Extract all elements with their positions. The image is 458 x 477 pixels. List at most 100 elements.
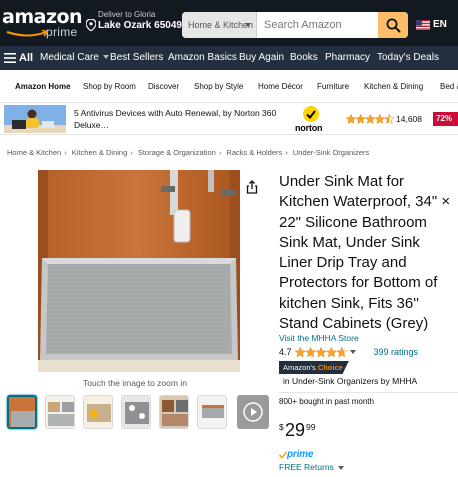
breadcrumb-separator: › [64, 148, 67, 157]
category-subnav: Amazon Home Shop by Room Discover Shop b… [0, 70, 458, 103]
zoom-hint: Touch the image to zoom in [83, 378, 187, 388]
nav-item-label: Pharmacy [325, 52, 371, 63]
rating-row: 4.7 399 ratings [279, 346, 418, 358]
thumbnail-1[interactable] [7, 395, 37, 429]
star-rating[interactable] [294, 346, 347, 358]
nav-item-todays-deals[interactable]: Today's Deals [377, 46, 439, 70]
ad-review-count: 14,608 [396, 114, 422, 124]
choice-word: Choice [317, 363, 343, 372]
thumbnail-3[interactable] [83, 395, 113, 429]
nav-item-label: Best Sellers [110, 52, 164, 63]
breadcrumb-link[interactable]: Racks & Holders [226, 148, 282, 157]
breadcrumb-separator: › [218, 148, 222, 157]
thumbnail-image [46, 396, 74, 428]
ad-description: 5 Antivirus Devices with Auto Renewal, b… [74, 108, 277, 130]
subnav-item-discover[interactable]: Discover [148, 70, 179, 102]
subnav-item-bed-bath[interactable]: Bed & Bath [440, 70, 458, 102]
chevron-down-icon [337, 465, 344, 470]
thumbnail-image [9, 397, 35, 427]
breadcrumb-link[interactable]: Kitchen & Dining [72, 148, 127, 157]
search-input[interactable] [258, 12, 374, 38]
search-icon [386, 18, 400, 32]
deliver-to-location[interactable]: Deliver to Gloria Lake Ozark 65049 [86, 10, 182, 38]
breadcrumb-link[interactable]: Storage & Organization [138, 148, 216, 157]
location-pin-icon [86, 19, 96, 31]
chevron-down-icon [102, 55, 109, 60]
ad-star-rating [346, 114, 394, 124]
breadcrumb-separator: › [130, 148, 133, 157]
subnav-item-shop-by-style[interactable]: Shop by Style [194, 70, 243, 102]
prime-label: prime [287, 449, 314, 460]
norton-logo: norton [295, 106, 329, 134]
free-returns-link[interactable]: FREE Returns [279, 462, 344, 472]
search-button[interactable] [378, 12, 408, 38]
hamburger-icon [4, 53, 16, 63]
breadcrumb-link[interactable]: Under-Sink Organizers [293, 148, 369, 157]
choice-prefix: Amazon's [283, 363, 316, 372]
thumbnail-image [198, 396, 226, 428]
nav-item-buy-again[interactable]: Buy Again [239, 46, 284, 70]
product-title: Under Sink Mat for Kitchen Waterproof, 3… [279, 173, 451, 333]
nav-item-label: Buy Again [239, 52, 285, 63]
amazon-logo[interactable]: amazon prime [2, 6, 83, 42]
nav-item-amazon-basics[interactable]: Amazon Basics [168, 46, 237, 70]
nav-item-medical-care[interactable]: Medical Care [40, 46, 109, 70]
main-menu-bar: All Medical Care Best Sellers Amazon Bas… [0, 46, 458, 70]
us-flag-icon [416, 20, 430, 30]
price-symbol: $ [279, 422, 284, 432]
nav-item-label: Medical Care [40, 52, 99, 63]
subnav-item-furniture[interactable]: Furniture [317, 70, 349, 102]
deliver-label: Deliver to Gloria [98, 10, 156, 19]
video-thumbnail[interactable] [237, 395, 269, 429]
sponsored-ad-banner[interactable]: 5 Antivirus Devices with Auto Renewal, b… [0, 103, 458, 135]
nav-item-books[interactable]: Books [290, 46, 318, 70]
nav-item-pharmacy[interactable]: Pharmacy [325, 46, 370, 70]
bought-count: 800+ bought in past month [279, 397, 374, 406]
amazons-choice-badge: Amazon's Choice [279, 361, 349, 374]
divider [279, 392, 458, 393]
person-laptop-illustration [4, 105, 66, 133]
price-fraction: 99 [306, 422, 316, 432]
all-menu-label: All [19, 52, 34, 64]
nav-item-label: Amazon Basics [168, 52, 237, 63]
rating-value: 4.7 [279, 347, 292, 357]
breadcrumb-separator: › [285, 148, 288, 157]
thumbnail-image [160, 396, 188, 428]
subnav-item-home-decor[interactable]: Home Décor [258, 70, 303, 102]
price-whole: 29 [285, 420, 306, 440]
subnav-item-kitchen-dining[interactable]: Kitchen & Dining [364, 70, 423, 102]
free-returns-label: FREE Returns [279, 462, 334, 472]
play-icon [243, 402, 263, 422]
share-icon[interactable] [245, 180, 259, 194]
thumbnail-image [84, 396, 112, 428]
subnav-item-amazon-home[interactable]: Amazon Home [15, 70, 71, 102]
logo-prime-label: prime [46, 25, 78, 39]
rating-count-link[interactable]: 399 ratings [374, 347, 419, 357]
nav-item-best-sellers[interactable]: Best Sellers [110, 46, 163, 70]
all-menu-button[interactable]: All [4, 46, 33, 70]
norton-brand-label: norton [295, 123, 323, 133]
nav-item-label: Today's Deals [377, 52, 439, 63]
thumbnail-5[interactable] [159, 395, 189, 429]
choice-category: in Under-Sink Organizers by MHHA [283, 376, 418, 386]
chevron-down-icon [245, 23, 251, 27]
thumbnail-6[interactable] [197, 395, 227, 429]
breadcrumb-link[interactable]: Home & Kitchen [7, 148, 61, 157]
thumbnail-strip [7, 395, 273, 431]
chevron-down-icon[interactable] [349, 350, 356, 354]
search-category-dropdown[interactable]: Home & Kitchen [182, 12, 257, 38]
subnav-item-shop-by-room[interactable]: Shop by Room [83, 70, 136, 102]
ad-discount-badge: 72% [433, 112, 458, 126]
thumbnail-image [122, 396, 150, 428]
thumbnail-2[interactable] [45, 395, 75, 429]
store-link[interactable]: Visit the MHHA Store [279, 333, 359, 343]
star-rating-icon [346, 114, 394, 124]
nav-item-label: Books [290, 52, 318, 63]
search-category-label: Home & Kitchen [188, 20, 254, 30]
ad-image [4, 105, 66, 133]
star-rating-icon [294, 346, 347, 357]
product-main-image[interactable] [38, 170, 240, 372]
language-label: EN [433, 19, 447, 30]
thumbnail-4[interactable] [121, 395, 151, 429]
under-sink-mat-photo [38, 170, 240, 372]
